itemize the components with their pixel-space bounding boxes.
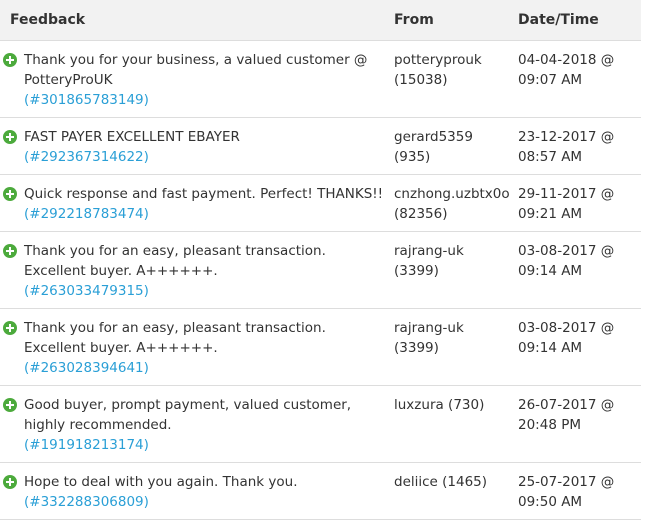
- feedback-cell: Thank you for an easy, pleasant transact…: [0, 308, 390, 386]
- feedback-cell: Thank you for your business, a valued cu…: [0, 40, 390, 118]
- positive-plus-icon: [3, 398, 17, 412]
- header-date[interactable]: Date/Time: [508, 0, 641, 41]
- from-user: rajrang-uk (3399): [390, 231, 508, 309]
- feedback-date: 03-08-2017 @ 09:14 AM: [508, 231, 641, 309]
- item-number-link[interactable]: (#263028394641): [24, 358, 390, 378]
- feedback-cell: Good buyer, prompt payment, valued custo…: [0, 385, 390, 463]
- positive-plus-icon: [3, 130, 17, 144]
- table-row: FAST PAYER EXCELLENT EBAYER (#29236731462…: [0, 117, 641, 175]
- from-user: cnzhong.uzbtx0o (82356): [390, 174, 510, 232]
- positive-plus-icon: [3, 321, 17, 335]
- feedback-comment: Thank you for an easy, pleasant transact…: [24, 243, 326, 279]
- table-row: Hope to deal with you again. Thank you. (…: [0, 462, 641, 520]
- table-header: Feedback From Date/Time: [0, 0, 641, 41]
- table-row: Good buyer, prompt payment, valued custo…: [0, 385, 641, 463]
- positive-plus-icon: [3, 187, 17, 201]
- feedback-comment: Quick response and fast payment. Perfect…: [24, 186, 384, 202]
- feedback-cell: Hope to deal with you again. Thank you. (…: [0, 462, 390, 520]
- item-number-link[interactable]: (#292367314622): [24, 147, 390, 167]
- item-number-link[interactable]: (#263033479315): [24, 281, 390, 301]
- feedback-date: 29-11-2017 @ 09:21 AM: [508, 174, 641, 232]
- positive-plus-icon: [3, 53, 17, 67]
- feedback-date: 04-04-2018 @ 09:07 AM: [508, 40, 641, 118]
- header-row: Feedback From Date/Time: [0, 0, 641, 41]
- feedback-cell: Quick response and fast payment. Perfect…: [0, 174, 390, 232]
- table-body: Thank you for your business, a valued cu…: [0, 40, 641, 520]
- item-number-link[interactable]: (#332288306809): [24, 492, 390, 512]
- from-user: gerard5359 (935): [390, 117, 508, 175]
- from-user: luxzura (730): [390, 385, 508, 463]
- table-row: Thank you for an easy, pleasant transact…: [0, 231, 641, 309]
- item-number-link[interactable]: (#292218783474): [24, 204, 390, 224]
- feedback-table: Feedback From Date/Time Thank you for yo…: [0, 0, 641, 520]
- positive-plus-icon: [3, 244, 17, 258]
- item-number-link[interactable]: (#301865783149): [24, 90, 390, 110]
- feedback-comment: Thank you for your business, a valued cu…: [24, 52, 368, 88]
- feedback-comment: FAST PAYER EXCELLENT EBAYER: [24, 129, 240, 145]
- feedback-cell: FAST PAYER EXCELLENT EBAYER (#29236731462…: [0, 117, 390, 175]
- feedback-cell: Thank you for an easy, pleasant transact…: [0, 231, 390, 309]
- item-number-link[interactable]: (#191918213174): [24, 435, 390, 455]
- feedback-date: 03-08-2017 @ 09:14 AM: [508, 308, 641, 386]
- table-row: Thank you for an easy, pleasant transact…: [0, 308, 641, 386]
- header-from[interactable]: From: [390, 0, 508, 41]
- feedback-comment: Good buyer, prompt payment, valued custo…: [24, 397, 352, 433]
- positive-plus-icon: [3, 475, 17, 489]
- from-user: potteryprouk (15038): [390, 40, 508, 118]
- from-user: rajrang-uk (3399): [390, 308, 508, 386]
- feedback-date: 25-07-2017 @ 09:50 AM: [508, 462, 641, 520]
- from-user: deliice (1465): [390, 462, 508, 520]
- feedback-date: 23-12-2017 @ 08:57 AM: [508, 117, 641, 175]
- feedback-comment: Hope to deal with you again. Thank you.: [24, 474, 298, 490]
- header-feedback[interactable]: Feedback: [0, 0, 390, 41]
- table-row: Quick response and fast payment. Perfect…: [0, 174, 641, 232]
- feedback-date: 26-07-2017 @ 20:48 PM: [508, 385, 641, 463]
- feedback-comment: Thank you for an easy, pleasant transact…: [24, 320, 326, 356]
- table-row: Thank you for your business, a valued cu…: [0, 40, 641, 118]
